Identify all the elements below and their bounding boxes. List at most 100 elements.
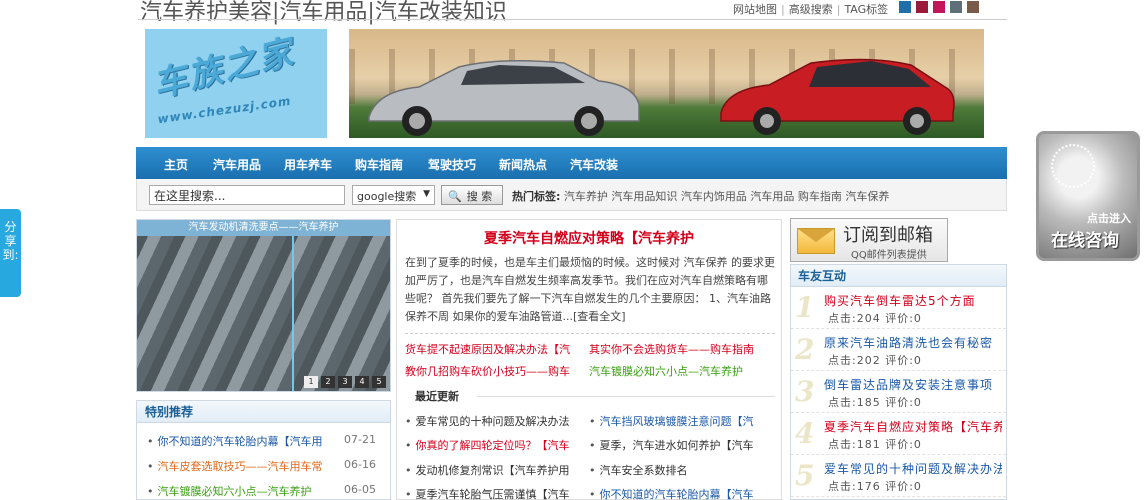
- separator: |: [781, 3, 785, 16]
- slide-caption[interactable]: 汽车发动机清洗要点——汽车养护: [137, 220, 390, 236]
- hot-tags-label: 热门标签:: [512, 190, 561, 203]
- slide-dot[interactable]: 5: [372, 376, 386, 388]
- interaction-panel: 车友互动 1 购买汽车倒车雷达5个方面 点击:204 评价:0 2 原来汽车油路…: [790, 264, 1007, 500]
- banner-image[interactable]: [349, 29, 984, 138]
- rank-number: 5: [795, 459, 815, 492]
- chevron-down-icon: ▼: [423, 189, 430, 199]
- slideshow[interactable]: 汽车发动机清洗要点——汽车养护 1 2 3 4 5: [136, 219, 391, 392]
- search-button-label: 搜 索: [466, 190, 493, 203]
- rank-meta: 点击:204 评价:0: [828, 312, 922, 325]
- hot-tag[interactable]: 汽车用品知识: [611, 190, 677, 203]
- nav-item-modification[interactable]: 汽车改装: [570, 156, 618, 173]
- rank-title[interactable]: 倒车雷达品牌及安装注意事项: [824, 376, 1002, 393]
- bullet-icon: •: [589, 415, 596, 428]
- featured-link[interactable]: 汽车皮套选取技巧——汽车用车常: [158, 460, 323, 473]
- quick-link[interactable]: 其实你不会选购货车——购车指南: [589, 341, 754, 357]
- latest-link[interactable]: 你不知道的汽车轮胎内幕【汽车: [600, 488, 754, 500]
- rank-meta: 点击:202 评价:0: [828, 354, 922, 367]
- nav-item-car-products[interactable]: 汽车用品: [213, 156, 261, 173]
- rank-title[interactable]: 原来汽车油路清洗也会有秘密: [824, 334, 1002, 351]
- list-item: • 汽车镀膜必知六小点—汽车养护: [147, 483, 312, 499]
- rank-title[interactable]: 爱车常见的十种问题及解决办法: [824, 460, 1002, 477]
- bullet-icon: •: [405, 439, 412, 452]
- theme-swatch-maroon[interactable]: [916, 1, 928, 13]
- list-item: 1 购买汽车倒车雷达5个方面 点击:204 评价:0: [791, 287, 1006, 329]
- divider: [405, 333, 775, 334]
- theme-swatch-gray[interactable]: [950, 1, 962, 13]
- list-item: • 夏季汽车轮胎气压需谨慎【汽车: [405, 486, 583, 500]
- rank-title[interactable]: 夏季汽车自燃应对策略【汽车养护: [824, 418, 1002, 435]
- article-title[interactable]: 夏季汽车自燃应对策略【汽车养护: [397, 228, 781, 248]
- latest-link[interactable]: 汽车挡风玻璃镀膜注意问题【汽: [600, 415, 754, 428]
- list-item: • 夏季，汽车进水如何养护【汽车: [589, 437, 767, 453]
- nav-item-buying-guide[interactable]: 购车指南: [355, 156, 403, 173]
- featured-panel: 特别推荐 • 你不知道的汽车轮胎内幕【汽车用 07-21 • 汽车皮套选取技巧——汽…: [136, 400, 391, 500]
- headline-article: 夏季汽车自燃应对策略【汽车养护 在到了夏季的时候，也是车主们最烦恼的时候。这时候…: [396, 219, 782, 500]
- search-engine-select[interactable]: google搜索 ▼: [352, 185, 435, 205]
- slide-image[interactable]: [137, 236, 390, 391]
- theme-swatch-blue[interactable]: [899, 1, 911, 13]
- hot-tag[interactable]: 汽车养护: [564, 190, 608, 203]
- featured-date: 06-05: [344, 483, 376, 496]
- latest-heading: 最近更新: [415, 390, 459, 403]
- latest-link[interactable]: 夏季汽车轮胎气压需谨慎【汽车: [416, 488, 570, 500]
- quick-link[interactable]: 教你几招购车砍价小技巧——购车: [405, 363, 570, 379]
- rank-number: 2: [795, 333, 815, 366]
- divider: [477, 396, 775, 397]
- nav-item-car-care[interactable]: 用车养车: [284, 156, 332, 173]
- hot-tag[interactable]: 购车指南: [798, 190, 842, 203]
- nav-item-driving-tips[interactable]: 驾驶技巧: [428, 156, 476, 173]
- rank-meta: 点击:181 评价:0: [828, 438, 922, 451]
- consult-small-label: 点击进入: [1087, 212, 1131, 225]
- bullet-icon: •: [405, 415, 412, 428]
- top-links: 网站地图 | 高级搜索 | TAG标签: [733, 1, 888, 17]
- rank-number: 1: [795, 291, 815, 324]
- latest-link[interactable]: 你真的了解四轮定位吗？【汽车: [416, 439, 570, 452]
- bullet-icon: •: [405, 488, 412, 500]
- nav-item-home[interactable]: 主页: [164, 156, 188, 173]
- list-item: 3 倒车雷达品牌及安装注意事项 点击:185 评价:0: [791, 371, 1006, 413]
- slide-dot[interactable]: 1: [304, 376, 318, 388]
- latest-link[interactable]: 夏季，汽车进水如何养护【汽车: [600, 439, 754, 452]
- search-engine-label: google搜索: [357, 190, 417, 203]
- subscribe-title: 订阅到邮箱: [843, 225, 933, 246]
- featured-link[interactable]: 你不知道的汽车轮胎内幕【汽车用: [158, 435, 323, 448]
- interaction-heading: 车友互动: [791, 265, 1006, 287]
- theme-swatch-brown[interactable]: [967, 1, 979, 13]
- slide-dot[interactable]: 3: [338, 376, 352, 388]
- theme-swatch-pink[interactable]: [933, 1, 945, 13]
- list-item: • 发动机修复剂常识【汽车养护用: [405, 462, 583, 478]
- latest-link[interactable]: 发动机修复剂常识【汽车养护用: [416, 464, 570, 477]
- latest-link[interactable]: 爱车常见的十种问题及解决办法: [416, 415, 570, 428]
- sitemap-link[interactable]: 网站地图: [733, 3, 777, 16]
- share-tab[interactable]: 分享到:: [0, 209, 21, 297]
- list-item: • 你不知道的汽车轮胎内幕【汽车: [589, 486, 767, 500]
- slide-image-detail: [292, 236, 294, 391]
- search-input[interactable]: [149, 185, 345, 205]
- envelope-icon: [797, 228, 835, 254]
- hot-tag[interactable]: 汽车内饰用品: [681, 190, 747, 203]
- quick-link[interactable]: 货车提不起速原因及解决办法【汽: [405, 341, 570, 357]
- quick-link[interactable]: 汽车镀膜必知六小点—汽车养护: [589, 363, 743, 379]
- latest-link[interactable]: 汽车安全系数排名: [600, 464, 688, 477]
- slide-dot[interactable]: 2: [321, 376, 335, 388]
- main-nav: 主页 汽车用品 用车养车 购车指南 驾驶技巧 新闻热点 汽车改装: [136, 147, 1007, 179]
- bullet-icon: •: [589, 464, 596, 477]
- rank-title[interactable]: 购买汽车倒车雷达5个方面: [824, 292, 1002, 309]
- subscribe-email-button[interactable]: 订阅到邮箱 QQ邮件列表提供: [790, 218, 948, 262]
- featured-link[interactable]: 汽车镀膜必知六小点—汽车养护: [158, 485, 312, 498]
- site-logo[interactable]: 车族之家 www.chezuzj.com: [145, 29, 327, 138]
- tag-link[interactable]: TAG标签: [844, 3, 888, 16]
- list-item: • 你不知道的汽车轮胎内幕【汽车用: [147, 433, 323, 449]
- online-consult-button[interactable]: 点击进入 在线咨询: [1036, 131, 1140, 261]
- slide-dot[interactable]: 4: [355, 376, 369, 388]
- nav-item-news[interactable]: 新闻热点: [499, 156, 547, 173]
- featured-date: 07-21: [344, 433, 376, 446]
- advanced-search-link[interactable]: 高级搜索: [789, 3, 833, 16]
- list-item: • 汽车皮套选取技巧——汽车用车常: [147, 458, 323, 474]
- search-button[interactable]: 🔍 搜 索: [441, 185, 503, 205]
- list-item: • 汽车安全系数排名: [589, 462, 767, 478]
- hot-tag[interactable]: 汽车保养: [845, 190, 889, 203]
- hot-tag[interactable]: 汽车用品: [750, 190, 794, 203]
- header-divider: [138, 19, 1007, 20]
